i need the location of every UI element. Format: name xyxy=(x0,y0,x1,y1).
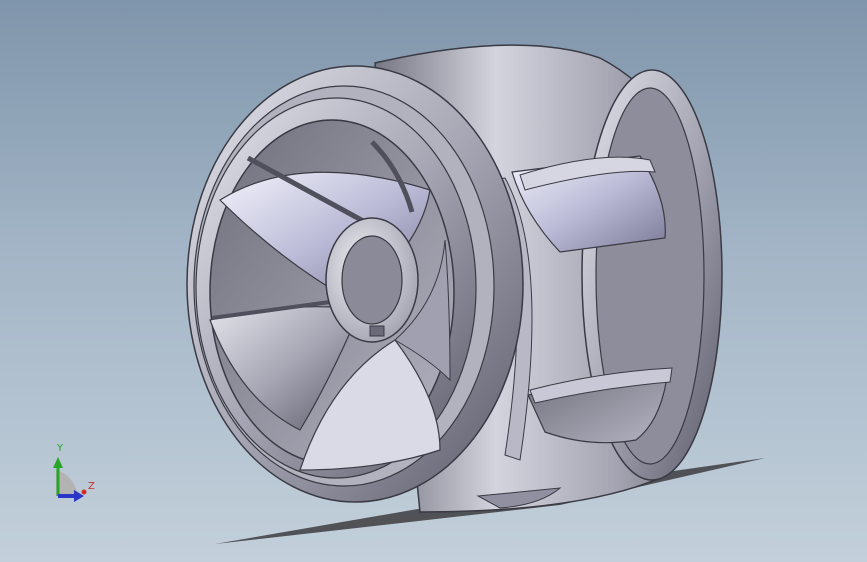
hub-bore xyxy=(341,235,403,325)
hub-keyway xyxy=(369,325,385,337)
view-orientation-triad: Y Z xyxy=(44,440,104,504)
y-axis-label: Y xyxy=(57,443,64,454)
impeller-model[interactable] xyxy=(0,0,867,562)
y-axis-arrow-icon xyxy=(53,457,63,468)
z-axis-point-icon xyxy=(81,489,87,495)
triad-axes xyxy=(53,457,87,502)
z-axis-label: Z xyxy=(88,481,95,492)
graphics-viewport[interactable]: Y Z xyxy=(0,0,867,562)
